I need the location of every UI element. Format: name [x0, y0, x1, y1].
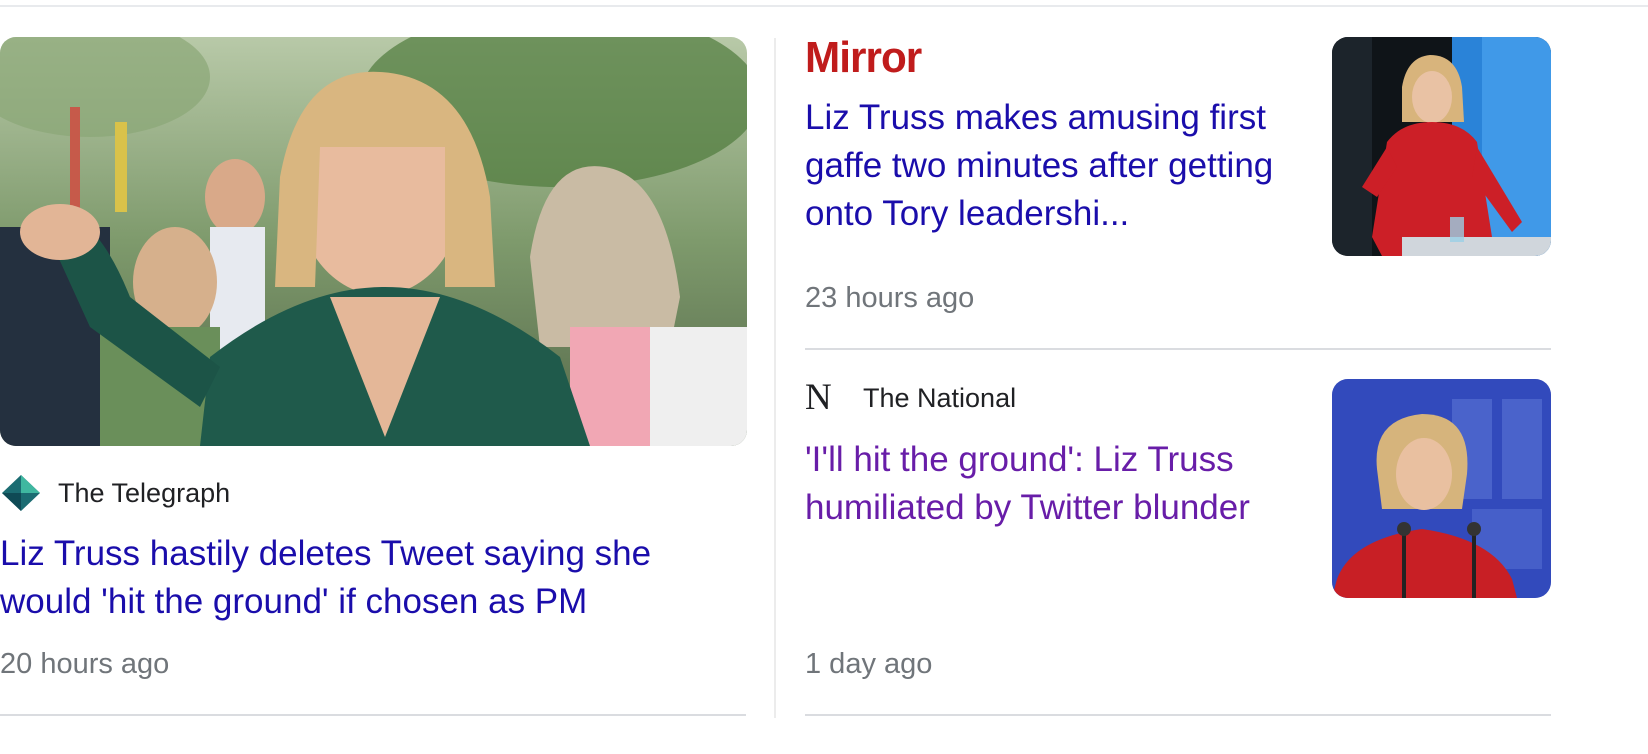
- mirror-headline-link[interactable]: Liz Truss makes amusing first gaffe two …: [805, 94, 1315, 238]
- national-logo-icon: N: [805, 377, 832, 418]
- mirror-timestamp: 23 hours ago: [805, 282, 975, 314]
- telegraph-logo-icon: [2, 475, 40, 511]
- right-divider: [805, 348, 1551, 350]
- source-name: The Telegraph: [58, 477, 231, 508]
- column-divider: [774, 38, 776, 718]
- mirror-logo[interactable]: Mirror: [805, 32, 922, 84]
- national-timestamp: 1 day ago: [805, 648, 933, 680]
- national-headline-link[interactable]: 'I'll hit the ground': Liz Truss humilia…: [805, 436, 1315, 532]
- mirror-article-image[interactable]: [1332, 37, 1551, 256]
- top-divider: [0, 5, 1648, 7]
- telegraph-article-image[interactable]: [0, 37, 747, 446]
- left-bottom-divider: [0, 714, 746, 716]
- national-source[interactable]: N The National: [805, 378, 1016, 418]
- source-name: The National: [863, 382, 1017, 413]
- telegraph-timestamp: 20 hours ago: [0, 648, 170, 680]
- telegraph-source[interactable]: The Telegraph: [0, 473, 230, 513]
- national-article-image[interactable]: [1332, 379, 1551, 598]
- telegraph-headline-link[interactable]: Liz Truss hastily deletes Tweet saying s…: [0, 530, 740, 626]
- right-bottom-divider: [805, 714, 1551, 716]
